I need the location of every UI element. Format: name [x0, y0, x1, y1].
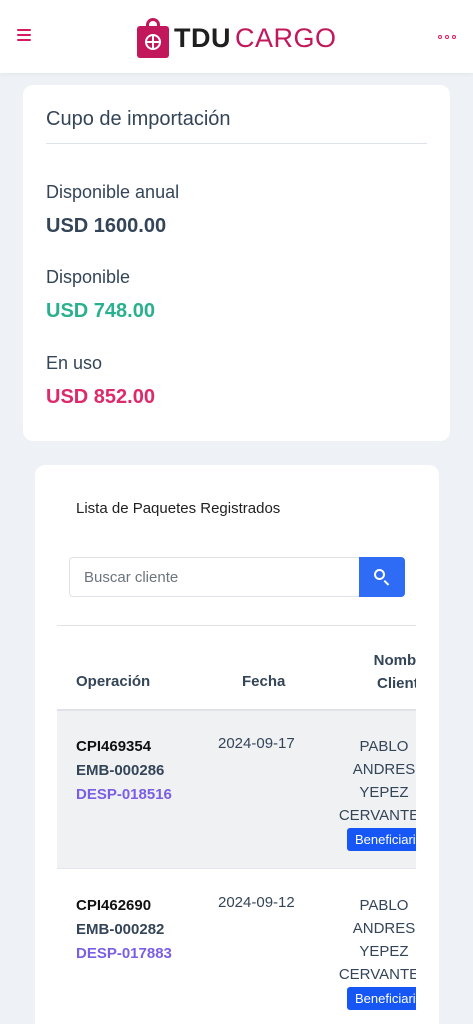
client-name-line: YEPEZ — [359, 943, 409, 960]
table-header: Operación Fecha Nombre Cliente — [57, 625, 416, 711]
packages-table[interactable]: Operación Fecha Nombre Cliente CPI469354… — [57, 625, 416, 1024]
inuse-value: USD 852.00 — [46, 386, 155, 408]
beneficiary-badge[interactable]: Beneficiario — [347, 987, 416, 1010]
date-cell: 2024-09-17 — [218, 735, 295, 752]
table-row[interactable]: CPI462690 EMB-000282 DESP-017883 2024-09… — [57, 870, 416, 1024]
date-cell: 2024-09-12 — [218, 894, 295, 911]
dispatch-code[interactable]: DESP-017883 — [76, 942, 172, 966]
client-name-line: PABLO — [359, 738, 409, 755]
client-name-line: CERVANTES — [338, 807, 416, 824]
more-dots-icon[interactable] — [438, 33, 456, 41]
operation-cell: CPI469354 EMB-000286 DESP-018516 — [76, 735, 172, 807]
column-header-client-name[interactable]: Nombre Cliente — [362, 649, 416, 695]
client-name-cell: PABLO ANDRES YEPEZ CERVANTES — [334, 894, 416, 986]
client-name-line: ANDRES — [352, 761, 416, 778]
operation-code: CPI462690 — [76, 897, 152, 914]
search-icon — [374, 569, 385, 580]
search-bar — [69, 557, 405, 597]
available-label: Disponible — [46, 267, 131, 287]
divider — [46, 143, 427, 144]
brand-name: TDU CARGO — [174, 23, 337, 54]
client-name-line: PABLO — [359, 897, 409, 914]
brand-name-part1: TDU — [174, 22, 231, 53]
shopping-bag-globe-icon — [137, 18, 169, 58]
column-header-client-name-line2: Cliente — [376, 675, 416, 692]
client-name-line: YEPEZ — [359, 784, 409, 801]
client-name-cell: PABLO ANDRES YEPEZ CERVANTES — [334, 735, 416, 827]
operation-code: CPI469354 — [76, 738, 152, 755]
packages-card: Lista de Paquetes Registrados Operación … — [35, 465, 439, 1024]
shipment-code: EMB-000286 — [76, 762, 165, 779]
shipment-code: EMB-000282 — [76, 921, 165, 938]
dispatch-code[interactable]: DESP-018516 — [76, 783, 172, 807]
annual-label: Disponible anual — [46, 182, 180, 202]
table-row[interactable]: CPI469354 EMB-000286 DESP-018516 2024-09… — [57, 711, 416, 869]
brand-logo[interactable]: TDU CARGO — [137, 18, 337, 58]
import-quota-card: Cupo de importación Disponible anual USD… — [23, 85, 450, 441]
search-input[interactable] — [69, 557, 359, 597]
operation-cell: CPI462690 EMB-000282 DESP-017883 — [76, 894, 172, 966]
beneficiary-badge[interactable]: Beneficiario — [347, 828, 416, 851]
column-header-client-name-line1: Nombre — [373, 652, 416, 669]
available-value: USD 748.00 — [46, 300, 155, 322]
inuse-label: En uso — [46, 353, 103, 373]
client-name-line: CERVANTES — [338, 966, 416, 983]
top-bar: TDU CARGO — [0, 0, 473, 73]
brand-name-part2: CARGO — [235, 22, 337, 53]
column-header-operation[interactable]: Operación — [76, 673, 150, 690]
search-button[interactable] — [359, 557, 405, 597]
annual-value: USD 1600.00 — [46, 215, 167, 237]
packages-title: Lista de Paquetes Registrados — [76, 500, 281, 517]
client-name-line: ANDRES — [352, 920, 416, 937]
quota-title: Cupo de importación — [46, 108, 231, 130]
hamburger-menu-icon[interactable] — [17, 26, 33, 44]
column-header-date[interactable]: Fecha — [242, 673, 285, 690]
